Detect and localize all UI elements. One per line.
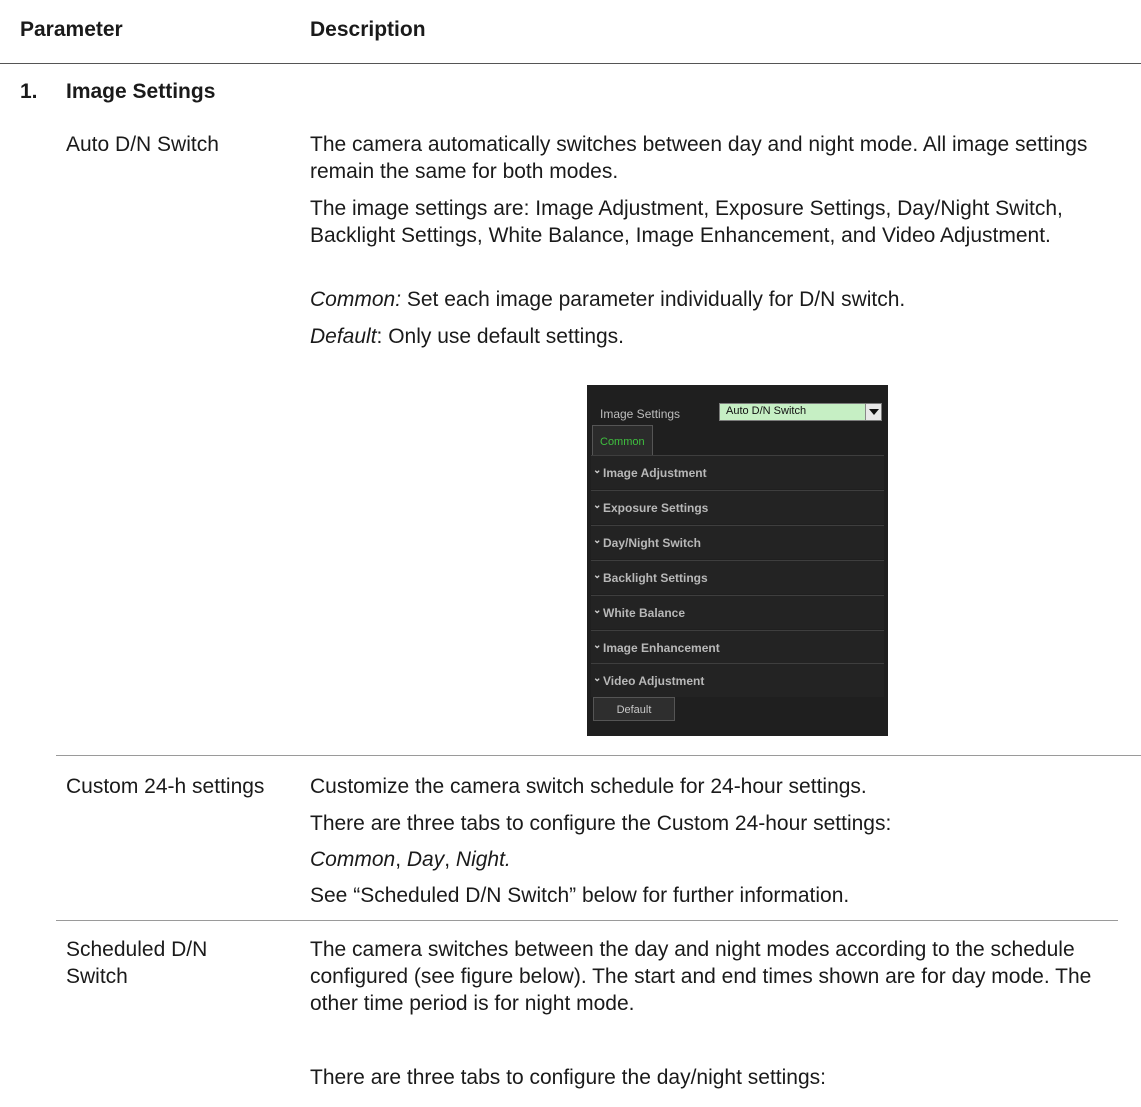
tab-common[interactable]: Common (592, 425, 653, 455)
row-divider (56, 755, 1141, 756)
section-label: Image Enhancement (603, 641, 720, 655)
tab-name-day: Day (406, 848, 445, 871)
custom-paragraph-2: There are three tabs to configure the Cu… (310, 812, 892, 835)
section-video-adjustment[interactable]: ⌄ Video Adjustment (591, 663, 884, 697)
row-divider (56, 920, 1118, 921)
dropdown-arrow-icon[interactable] (865, 404, 881, 420)
section-image-enhancement[interactable]: ⌄ Image Enhancement (591, 630, 884, 664)
tab-name-night: Night. (455, 848, 511, 871)
chevron-down-icon: ⌄ (593, 500, 602, 511)
header-rule (0, 63, 1141, 64)
scheduled-paragraph-2: There are three tabs to configure the da… (310, 1066, 826, 1089)
section-label: Video Adjustment (603, 674, 705, 688)
chevron-down-icon: ⌄ (593, 605, 602, 616)
image-settings-select-value: Auto D/N Switch (726, 405, 807, 417)
default-button-label: Default (616, 704, 652, 716)
chevron-down-icon: ⌄ (593, 673, 602, 684)
common-term: Common: (310, 288, 402, 311)
default-desc: : Only use default settings. (376, 325, 625, 348)
custom-tabs-line: Common, Day, Night. (310, 846, 1110, 873)
chevron-down-icon: ⌄ (593, 640, 602, 651)
description-column-header: Description (310, 18, 426, 41)
scheduled-paragraph-1: The camera switches between the day and … (310, 938, 1092, 1015)
section-exposure-settings[interactable]: ⌄ Exposure Settings (591, 490, 884, 524)
image-settings-label: Image Settings (600, 407, 681, 421)
image-settings-select[interactable]: Auto D/N Switch (719, 403, 882, 421)
row-parameter-scheduled-line2: Switch (66, 965, 128, 988)
custom-paragraph-1: Customize the camera switch schedule for… (310, 775, 867, 798)
chevron-down-icon: ⌄ (593, 535, 602, 546)
document-page: Parameter Description 1. Image Settings … (0, 0, 1141, 1107)
row-parameter-custom-24h: Custom 24-h settings (66, 775, 265, 798)
tab-name-common: Common (310, 848, 396, 871)
auto-dn-common-line: Common: Set each image parameter individ… (310, 286, 1110, 313)
separator: , (444, 848, 456, 871)
chevron-down-icon: ⌄ (593, 465, 602, 476)
row-parameter-auto-dn-switch: Auto D/N Switch (66, 133, 219, 156)
auto-dn-paragraph-1: The camera automatically switches betwee… (310, 133, 1088, 183)
section-white-balance[interactable]: ⌄ White Balance (591, 595, 884, 629)
default-term: Default (310, 325, 377, 348)
default-button[interactable]: Default (593, 697, 675, 721)
section-label: Backlight Settings (603, 571, 708, 585)
section-day-night-switch[interactable]: ⌄ Day/Night Switch (591, 525, 884, 559)
section-label: Day/Night Switch (603, 536, 702, 550)
section-backlight-settings[interactable]: ⌄ Backlight Settings (591, 560, 884, 594)
auto-dn-default-line: Default: Only use default settings. (310, 323, 1110, 350)
auto-dn-paragraph-2: The image settings are: Image Adjustment… (310, 197, 1063, 247)
section-label: Exposure Settings (603, 501, 709, 515)
section-title: Image Settings (66, 80, 216, 103)
common-desc: Set each image parameter individually fo… (401, 288, 906, 311)
chevron-down-icon: ⌄ (593, 570, 602, 581)
separator: , (395, 848, 407, 871)
custom-paragraph-4: See “Scheduled D/N Switch” below for fur… (310, 884, 850, 907)
section-label: Image Adjustment (603, 466, 707, 480)
image-settings-panel: Image Settings Auto D/N Switch Common ⌄ I… (587, 385, 888, 736)
table-header: Parameter Description (0, 0, 1141, 58)
section-number: 1. (20, 80, 38, 103)
section-image-adjustment[interactable]: ⌄ Image Adjustment (591, 455, 884, 489)
parameter-column-header: Parameter (20, 18, 123, 41)
tab-common-label: Common (600, 436, 645, 448)
section-label: White Balance (603, 606, 686, 620)
row-parameter-scheduled-line1: Scheduled D/N (66, 938, 208, 961)
